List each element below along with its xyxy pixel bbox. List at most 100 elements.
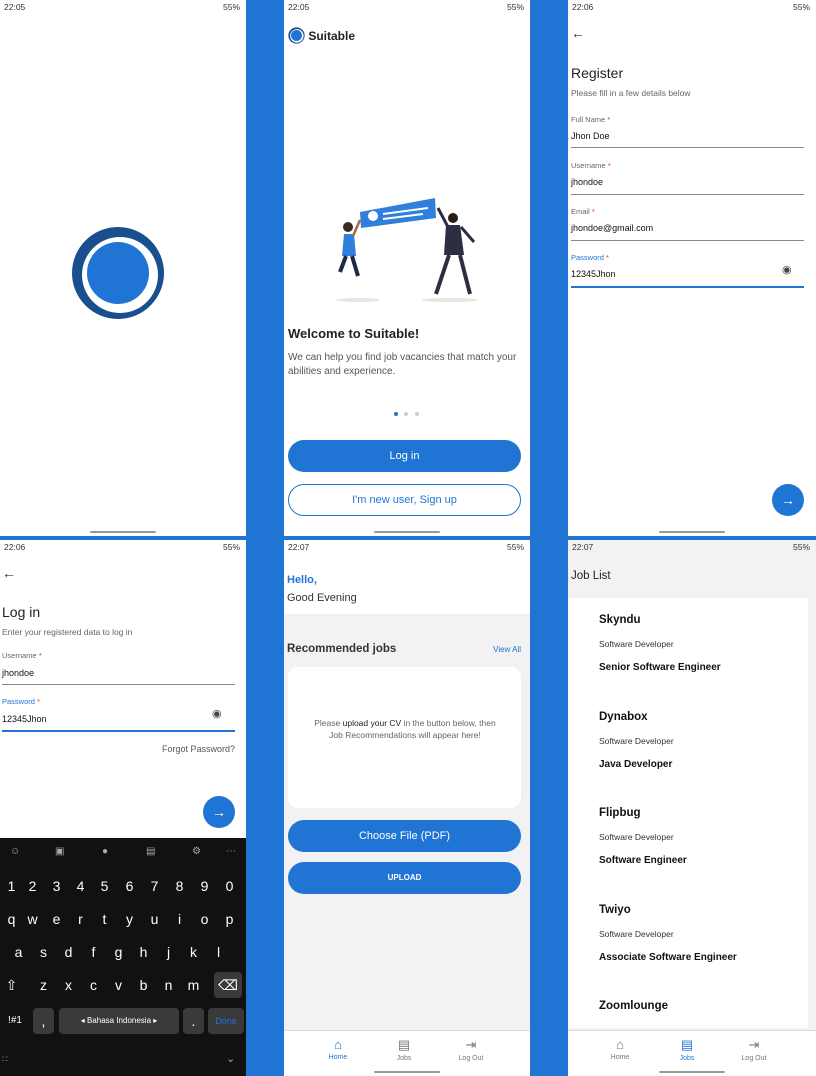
key-v[interactable]: v [108,972,129,998]
company-name: Zoomlounge [599,1000,668,1012]
key-q[interactable]: q [1,906,22,932]
keyboard-switch-icon[interactable]: ∷ [2,1054,8,1065]
home-icon: ⌂ [616,1037,624,1052]
key-f[interactable]: f [83,939,104,965]
backspace-key[interactable]: ⌫ [214,972,242,998]
password-field[interactable]: 12345Jhon [2,714,47,724]
password-field[interactable]: 12345Jhon [571,269,616,279]
nav-logout[interactable]: ⇥ Log Out [441,1037,501,1062]
key-8[interactable]: 8 [169,873,190,899]
key-i[interactable]: i [169,906,190,932]
login-button[interactable]: Log in [288,440,521,472]
job-item[interactable]: Zoomlounge [599,1000,668,1012]
job-item[interactable]: Dynabox Software Developer Java Develope… [599,711,674,770]
shift-key[interactable]: ⇧ [1,972,22,998]
signup-button[interactable]: I'm new user, Sign up [288,484,521,516]
key-p[interactable]: p [219,906,240,932]
status-bar: 22:06 55% [0,540,246,554]
nav-jobs[interactable]: ▤ Jobs [374,1037,434,1062]
key-x[interactable]: x [58,972,79,998]
visibility-off-icon[interactable]: ◉ [212,707,222,720]
back-arrow-icon[interactable]: ← [2,565,16,581]
key-n[interactable]: n [158,972,179,998]
job-item[interactable]: Flipbug Software Developer Software Engi… [599,807,687,866]
key-g[interactable]: g [108,939,129,965]
space-key[interactable]: ◂ Bahasa Indonesia ▸ [59,1008,179,1034]
password-label: Password * [2,697,40,706]
splash-screen: 22:05 55% [0,0,246,536]
key-2[interactable]: 2 [22,873,43,899]
forgot-password-link[interactable]: Forgot Password? [162,744,235,754]
view-all-link[interactable]: View All [493,645,521,654]
company-name: Dynabox [599,711,648,723]
comma-key[interactable]: , [33,1008,54,1034]
username-field[interactable]: jhondoe [2,668,34,678]
key-m[interactable]: m [183,972,204,998]
microphone-icon[interactable]: ● [102,846,108,857]
key-j[interactable]: j [158,939,179,965]
symbols-key[interactable]: !#1 [1,1008,29,1034]
key-4[interactable]: 4 [70,873,91,899]
clipboard-icon[interactable]: ▤ [146,846,155,857]
battery-level: 55% [792,542,810,552]
key-d[interactable]: d [58,939,79,965]
key-r[interactable]: r [70,906,91,932]
settings-gear-icon[interactable]: ⚙ [192,846,201,857]
job-category: Software Developer [599,736,674,746]
key-s[interactable]: s [33,939,54,965]
choose-file-button[interactable]: Choose File (PDF) [288,820,521,852]
key-w[interactable]: w [22,906,43,932]
key-o[interactable]: o [194,906,215,932]
nav-jobs[interactable]: ▤ Jobs [657,1037,717,1062]
sticker-icon[interactable]: ▣ [55,846,64,857]
key-7[interactable]: 7 [144,873,165,899]
home-indicator [659,1071,725,1073]
key-a[interactable]: a [8,939,29,965]
key-9[interactable]: 9 [194,873,215,899]
emoji-icon[interactable]: ☺ [10,846,20,857]
fullname-field[interactable]: Jhon Doe [571,131,610,141]
job-category: Software Developer [599,832,674,842]
key-c[interactable]: c [83,972,104,998]
upload-button[interactable]: UPLOAD [288,862,521,894]
key-y[interactable]: y [119,906,140,932]
key-e[interactable]: e [46,906,67,932]
key-0[interactable]: 0 [219,873,240,899]
empty-state-text: Please upload your CV in the button belo… [314,718,496,740]
username-label: Username * [2,651,42,660]
job-item[interactable]: Twiyo Software Developer Associate Softw… [599,904,737,963]
key-l[interactable]: l [208,939,229,965]
key-k[interactable]: k [183,939,204,965]
section-title: Recommended jobs [287,643,397,655]
done-key[interactable]: Done [208,1008,244,1034]
company-name: Skyndu [599,614,641,626]
welcome-text: We can help you find job vacancies that … [288,352,517,377]
key-1[interactable]: 1 [1,873,22,899]
submit-arrow-button[interactable]: → [772,484,804,516]
key-3[interactable]: 3 [46,873,67,899]
email-field[interactable]: jhondoe@gmail.com [571,223,653,233]
nav-home[interactable]: ⌂ Home [590,1037,650,1061]
back-arrow-icon[interactable]: ← [571,25,585,41]
more-icon[interactable]: ⋯ [226,846,236,857]
key-b[interactable]: b [133,972,154,998]
key-t[interactable]: t [94,906,115,932]
visibility-off-icon[interactable]: ◉ [782,263,792,276]
job-item[interactable]: Skyndu Software Developer Senior Softwar… [599,614,721,673]
key-z[interactable]: z [33,972,54,998]
nav-logout[interactable]: ⇥ Log Out [724,1037,784,1062]
username-field[interactable]: jhondoe [571,177,603,187]
status-bar: 22:05 55% [284,0,530,14]
key-5[interactable]: 5 [94,873,115,899]
submit-arrow-button[interactable]: → [203,796,235,828]
key-h[interactable]: h [133,939,154,965]
nav-home[interactable]: ⌂ Home [308,1037,368,1061]
keyboard-hide-icon[interactable]: ⌄ [226,1052,235,1065]
page-title: Register [571,65,624,81]
login-screen: 22:06 55% ← Log in Enter your registered… [0,540,246,1076]
key-u[interactable]: u [144,906,165,932]
battery-level: 55% [792,2,810,12]
period-key[interactable]: . [183,1008,204,1034]
key-6[interactable]: 6 [119,873,140,899]
logout-icon: ⇥ [465,1037,477,1052]
